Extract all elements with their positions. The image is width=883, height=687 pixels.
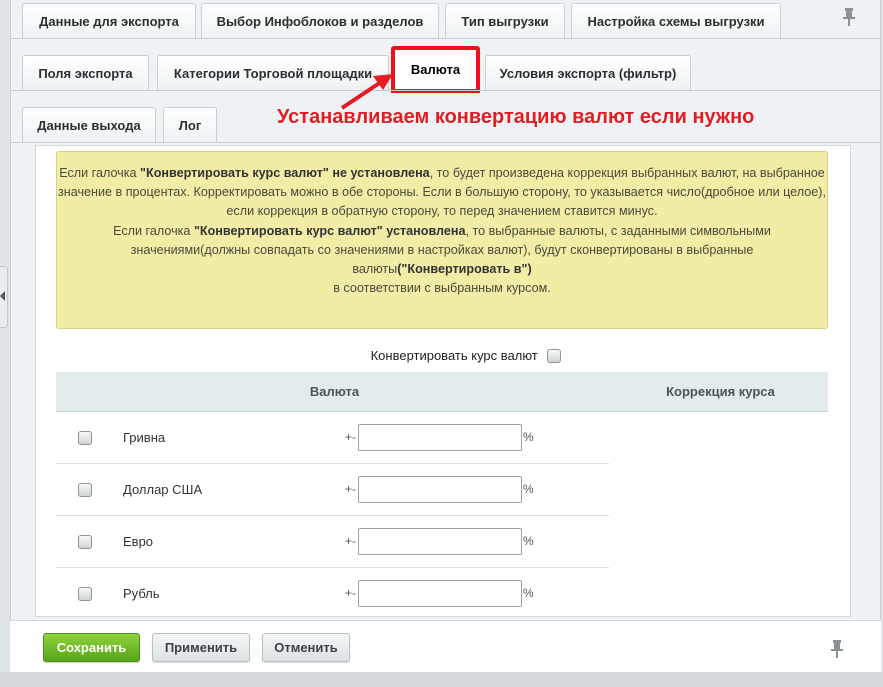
notice-text: в соответствии с выбранным курсом. [333,281,551,296]
tab-label: Выбор Инфоблоков и разделов [216,13,424,29]
bottom-strip [0,672,883,687]
convert-label: Конвертировать курс валют [370,348,538,363]
tab-currency[interactable]: Валюта [391,46,480,93]
correction-input[interactable] [358,424,522,451]
column-header-currency: Валюта [309,384,360,399]
plus-minus-label: +- [345,586,357,600]
correction-input[interactable] [358,476,522,503]
notice-text: если коррекция в обратную сторону, то пе… [226,204,658,219]
convert-checkbox[interactable] [547,349,562,363]
notice-text: Если галочка [113,223,194,238]
notice-bold: ("Конвертировать в") [397,262,532,277]
apply-button[interactable]: Применить [152,633,250,662]
percent-label: % [523,534,534,548]
currency-name: Евро [123,534,154,549]
percent-label: % [523,586,534,600]
convert-row: Конвертировать курс валют [36,348,850,363]
pin-icon[interactable] [842,8,856,30]
button-bar: Сохранить Применить Отменить [10,620,881,672]
percent-label: % [523,482,534,496]
tab-iblock-select[interactable]: Выбор Инфоблоков и разделов [201,3,439,38]
tab-export-conditions[interactable]: Условия экспорта (фильтр) [485,55,691,90]
pin-icon[interactable] [830,640,844,662]
currency-checkbox[interactable] [78,431,92,445]
annotation-text: Устанавливаем конвертацию валют если нуж… [277,106,755,128]
tab-label: Условия экспорта (фильтр) [499,65,677,81]
tab-label: Данные выхода [37,117,141,133]
currency-checkbox[interactable] [78,483,92,497]
table-row: Евро +- % [56,516,609,568]
percent-label: % [523,430,534,444]
collapse-arrow-icon [0,291,5,301]
tab-export-fields[interactable]: Поля экспорта [22,55,149,90]
table-row: Рубль +- % [56,568,609,616]
tab-log[interactable]: Лог [163,107,217,142]
tab-export-scheme[interactable]: Настройка схемы выгрузки [571,3,781,38]
currency-name: Рубль [123,586,160,601]
currency-settings-content: Если галочка "Конвертировать курс валют"… [35,145,851,617]
info-notice: Если галочка "Конвертировать курс валют"… [56,151,828,329]
tab-label: Данные для экспорта [39,13,179,29]
plus-minus-label: +- [345,534,357,548]
tab-label: Лог [178,117,202,133]
notice-text: Если галочка [59,166,141,180]
notice-bold: "Конвертировать курс валют" установлена [193,223,466,238]
tab-label: Тип выгрузки [461,13,549,29]
correction-input[interactable] [358,528,522,555]
currency-table-header: Валюта Коррекция курса [56,372,828,412]
table-row: Доллар США +- % [56,464,609,516]
tab-output-data[interactable]: Данные выхода [22,107,156,142]
tab-row-divider [10,90,881,91]
save-button[interactable]: Сохранить [43,633,140,662]
currency-checkbox[interactable] [78,535,92,549]
currency-checkbox[interactable] [78,587,92,601]
cancel-button[interactable]: Отменить [262,633,350,662]
collapse-handle[interactable] [0,266,8,328]
tab-export-data[interactable]: Данные для экспорта [22,3,196,38]
currency-name: Гривна [123,430,166,445]
correction-input[interactable] [358,580,522,607]
currency-name: Доллар США [123,482,203,497]
plus-minus-label: +- [345,482,357,496]
plus-minus-label: +- [345,430,357,444]
notice-bold: "Конвертировать курс валют" не установле… [140,166,430,180]
table-row: Гривна +- % [56,412,609,464]
tab-label: Настройка схемы выгрузки [587,13,765,29]
tab-label: Поля экспорта [38,65,133,81]
tab-row-divider [10,142,881,143]
tab-row-divider [10,38,881,39]
tab-export-type[interactable]: Тип выгрузки [445,3,565,38]
tab-label: Валюта [410,62,461,77]
column-header-correction: Коррекция курса [666,384,775,399]
